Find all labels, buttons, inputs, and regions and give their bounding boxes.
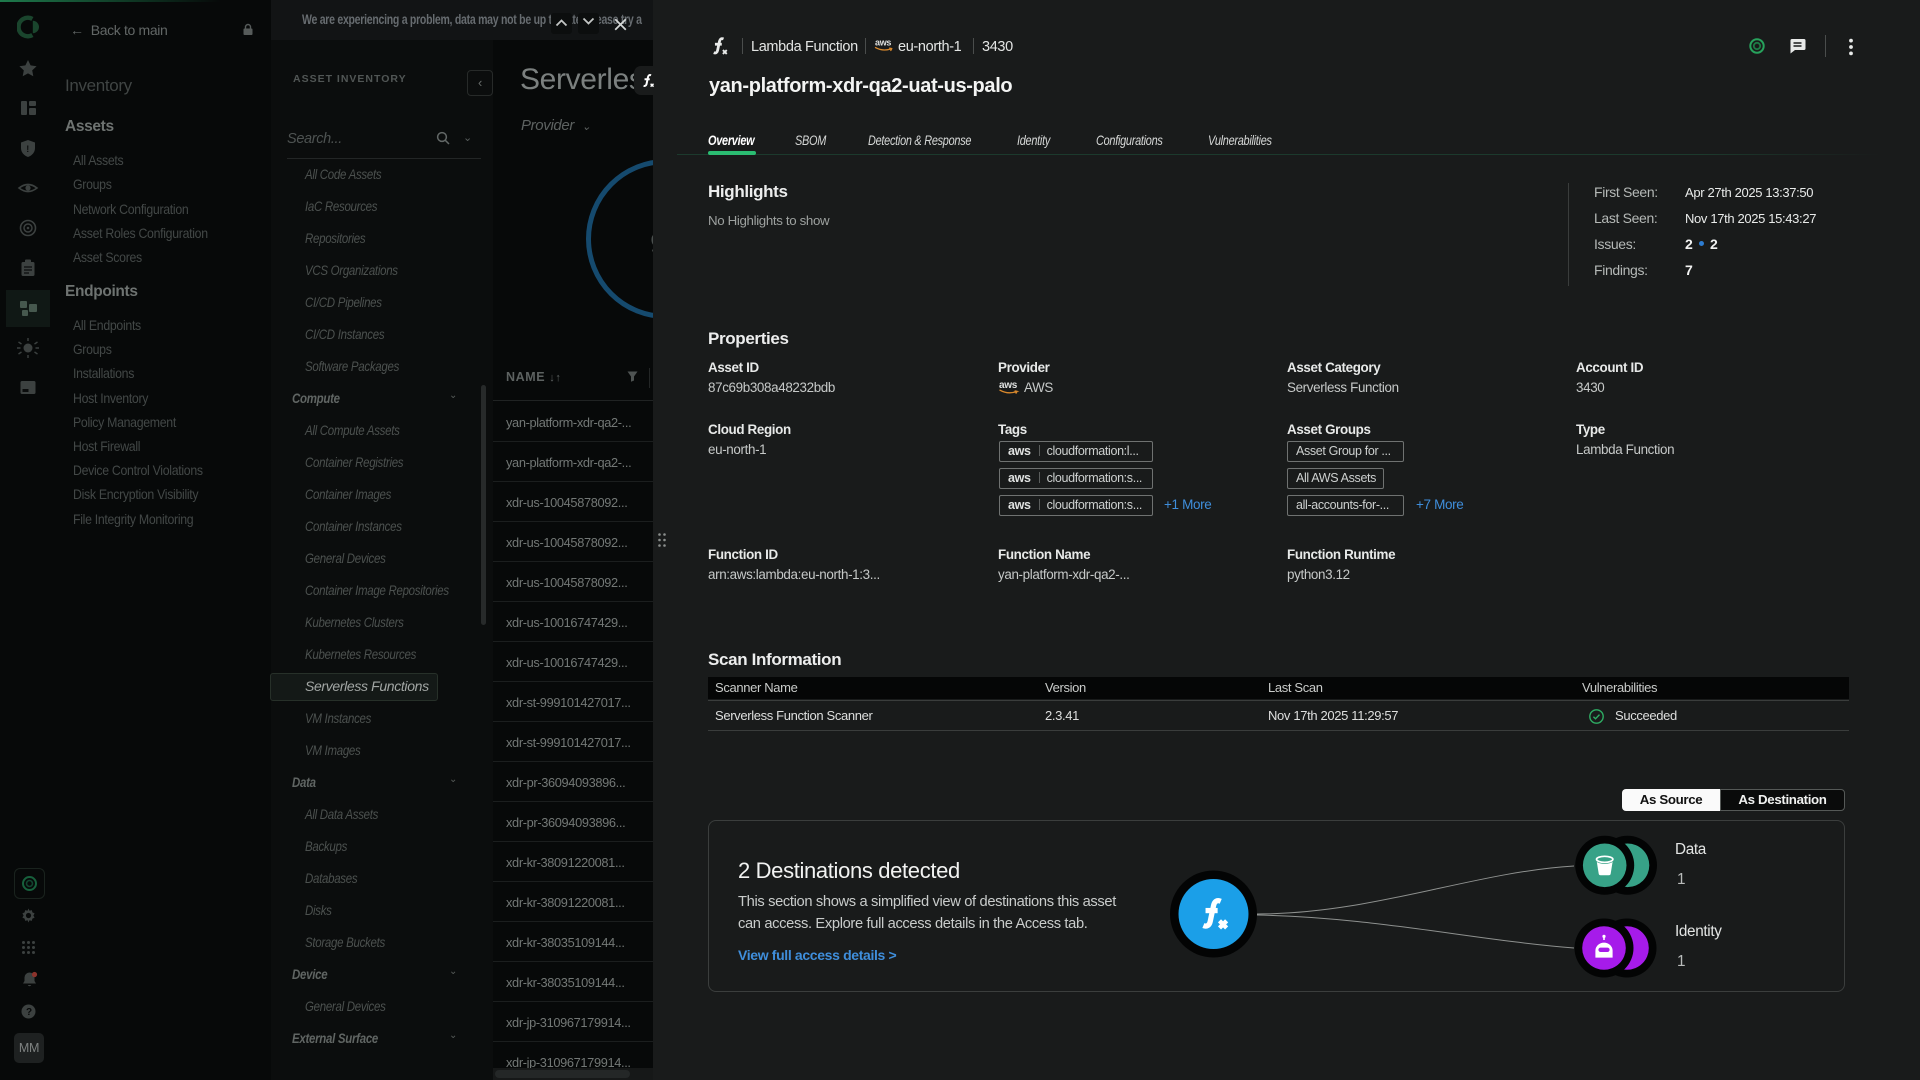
- svg-text:aws: aws: [999, 380, 1018, 391]
- svg-text:!: !: [26, 144, 29, 154]
- svg-text:?: ?: [26, 1007, 32, 1018]
